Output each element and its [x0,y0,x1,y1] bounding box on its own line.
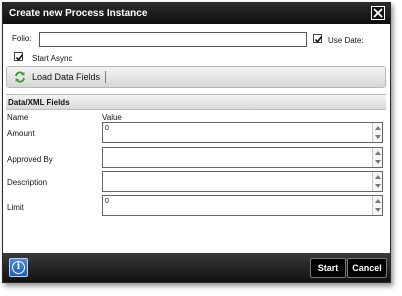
load-data-fields-label: Load Data Fields [32,72,101,82]
field-label-approved-by: Approved By [7,155,53,164]
close-icon[interactable] [371,6,385,20]
section-title: Data/XML Fields [8,98,70,107]
toolbar-separator [105,71,106,83]
column-header-value: Value [102,113,122,122]
cancel-button[interactable]: Cancel [347,258,387,278]
field-label-limit: Limit [7,203,24,212]
field-input-approved-by[interactable] [102,147,383,168]
dialog-titlebar: Create new Process Instance [3,3,390,24]
scroll-spinner[interactable] [372,172,382,191]
scroll-spinner[interactable] [372,196,382,215]
create-process-instance-dialog: Create new Process Instance Folio: Use D… [2,2,391,283]
column-header-name: Name [7,113,29,122]
field-input-amount[interactable]: 0 [102,122,383,143]
field-input-limit[interactable]: 0 [102,195,383,216]
field-label-amount: Amount [7,129,35,138]
load-data-fields-button[interactable]: Load Data Fields [7,67,107,87]
start-async-checkbox[interactable] [14,52,24,62]
dialog-footer: i Start Cancel [3,253,390,282]
data-toolbar: Load Data Fields [6,66,386,88]
scroll-spinner[interactable] [372,148,382,167]
folio-label: Folio: [12,34,32,43]
info-button[interactable]: i [9,258,28,277]
start-button[interactable]: Start [310,258,346,278]
use-date-checkbox[interactable] [313,34,323,44]
info-icon: i [12,261,25,274]
field-value-amount: 0 [105,125,109,132]
field-input-description[interactable] [102,171,383,192]
field-value-limit: 0 [105,198,109,205]
folio-input[interactable] [39,32,307,47]
start-async-label: Start Async [32,54,73,63]
refresh-arrows-icon [15,71,25,83]
scroll-spinner[interactable] [372,123,382,142]
use-date-label: Use Date: [328,36,364,45]
field-label-description: Description [7,178,48,187]
dialog-title: Create new Process Instance [9,8,148,19]
data-fields-section-header: Data/XML Fields [6,94,386,110]
